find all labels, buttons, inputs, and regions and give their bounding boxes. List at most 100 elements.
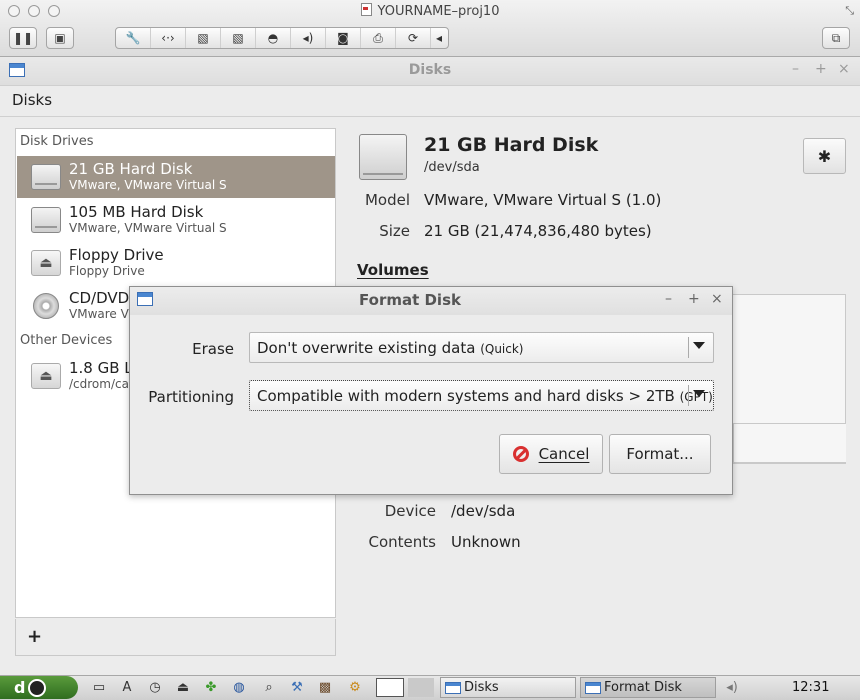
section-header-disk-drives: Disk Drives [20,134,94,149]
device-label: Device [384,502,436,520]
close-icon[interactable]: × [838,61,850,77]
hard-disk-icon [359,134,407,180]
drive-item-floppy[interactable]: ⏏ Floppy Drive Floppy Drive [17,242,335,284]
pause-button[interactable]: ❚❚ [9,27,37,49]
window-icon [585,681,601,694]
size-value: 21 GB (21,474,836,480 bytes) [424,222,652,240]
cancel-icon [512,446,529,462]
text-editor-icon[interactable]: A [117,677,137,697]
app-header-label: Disks [12,91,53,109]
eject-icon[interactable]: ⏏ [173,677,193,697]
erase-value-suffix: (Quick) [480,342,524,356]
disk-title: 21 GB Hard Disk [424,134,599,156]
globe-icon[interactable]: ◍ [229,677,249,697]
clock-app-icon[interactable]: ◷ [145,677,165,697]
model-label: Model [364,191,410,209]
workspace-1[interactable] [376,678,404,697]
add-button[interactable]: + [27,626,42,647]
package-icon[interactable]: ▩ [315,677,335,697]
minimize-icon[interactable]: – [665,291,672,307]
app-header [0,86,860,117]
network-icon[interactable]: ‹·› [151,28,186,48]
settings-icon[interactable]: 🔧 [116,28,151,48]
start-label: d [14,678,26,697]
partitioning-combo[interactable]: Compatible with modern systems and hard … [249,380,714,411]
partitioning-label: Partitioning [148,388,234,406]
window-title: Disks [408,62,452,78]
hard-disk-icon [31,207,61,233]
format-label: Format... [626,445,694,463]
maximize-icon[interactable]: + [815,61,827,77]
drive-subtitle: VMware V [69,307,129,321]
magnifier-icon[interactable]: ⌕ [259,677,279,697]
clock: 12:31 [792,680,830,695]
gear-icon: ✱ [817,146,832,166]
back-icon[interactable]: ◂ [431,28,447,48]
snapshot-button[interactable]: ▣ [46,27,74,49]
cd-icon [33,293,59,319]
erase-value: Don't overwrite existing data [257,339,476,357]
device-value: /dev/sda [451,502,516,520]
volumes-heading: Volumes [357,261,429,279]
snapshot-icon: ▣ [54,31,66,45]
volume-icon[interactable]: ◂) [722,677,742,697]
tools-icon[interactable]: ⚙ [345,677,365,697]
model-value: VMware, VMware Virtual S (1.0) [424,191,662,209]
device-toolbar: 🔧 ‹·› ▧ ▧ ◓ ◂) ◙ ⎙ ⟳ ◂ [115,27,449,49]
drive-name: CD/DVD [69,289,130,307]
close-icon[interactable]: × [711,291,723,307]
sidebar-toolbar [15,619,336,656]
eject-icon: ⏏ [31,363,61,389]
workspace-2[interactable] [408,678,434,697]
task-disks[interactable]: Disks [440,677,576,698]
task-label: Format Disk [604,680,682,695]
contents-label: Contents [368,533,436,551]
usb-icon[interactable]: ◙ [326,28,361,48]
drive-item-105mb[interactable]: 105 MB Hard Disk VMware, VMware Virtual … [17,199,335,241]
disk-menu-button[interactable]: ✱ [803,138,846,174]
volume-segment[interactable] [733,423,846,463]
task-format-disk[interactable]: Format Disk [580,677,716,698]
shared-folders-icon[interactable]: ⟳ [396,28,431,48]
start-logo-icon [28,678,47,697]
eject-icon: ⏏ [31,250,61,276]
fullscreen-icon: ⧉ [831,30,841,45]
chevron-down-icon [693,342,705,349]
desktop-icon[interactable]: ▭ [89,677,109,697]
drive-name: 21 GB Hard Disk [69,160,193,178]
partitioning-value: Compatible with modern systems and hard … [257,387,675,405]
hard-disk-icon [31,164,61,190]
pause-icon: ❚❚ [12,31,34,45]
drive-item-21gb[interactable]: 21 GB Hard Disk VMware, VMware Virtual S [17,156,335,198]
cdrom-icon[interactable]: ◓ [256,28,291,48]
printer-icon[interactable]: ⎙ [361,28,396,48]
hdd-icon[interactable]: ▧ [186,28,221,48]
clover-icon[interactable]: ✤ [201,677,221,697]
drive-name: 105 MB Hard Disk [69,203,204,221]
host-title: YOURNAME–proj10 [0,3,860,19]
maximize-icon[interactable]: + [688,291,700,307]
format-button[interactable]: Format... [609,434,711,474]
hdd-icon[interactable]: ▧ [221,28,256,48]
size-label: Size [379,222,410,240]
erase-combo[interactable]: Don't overwrite existing data (Quick) [249,332,714,363]
dialog-title: Format Disk [359,291,461,309]
sound-icon[interactable]: ◂) [291,28,326,48]
cancel-label: Cancel [538,445,590,463]
cancel-button[interactable]: Cancel [499,434,603,474]
settings-app-icon[interactable]: ⚒ [287,677,307,697]
chevron-down-icon [693,390,705,397]
drive-subtitle: VMware, VMware Virtual S [69,221,227,235]
minimize-icon[interactable]: – [792,61,799,77]
drive-subtitle: VMware, VMware Virtual S [69,178,227,192]
disk-device-path: /dev/sda [424,160,480,175]
fullscreen-button[interactable]: ⧉ [822,27,850,49]
task-label: Disks [464,680,499,695]
contents-value: Unknown [451,533,521,551]
section-header-other-devices: Other Devices [20,333,113,348]
start-button[interactable]: d [0,676,78,699]
window-icon [445,681,461,694]
document-icon [360,3,372,16]
resize-icon[interactable]: ⤡ [845,4,854,18]
drive-name: Floppy Drive [69,246,164,264]
